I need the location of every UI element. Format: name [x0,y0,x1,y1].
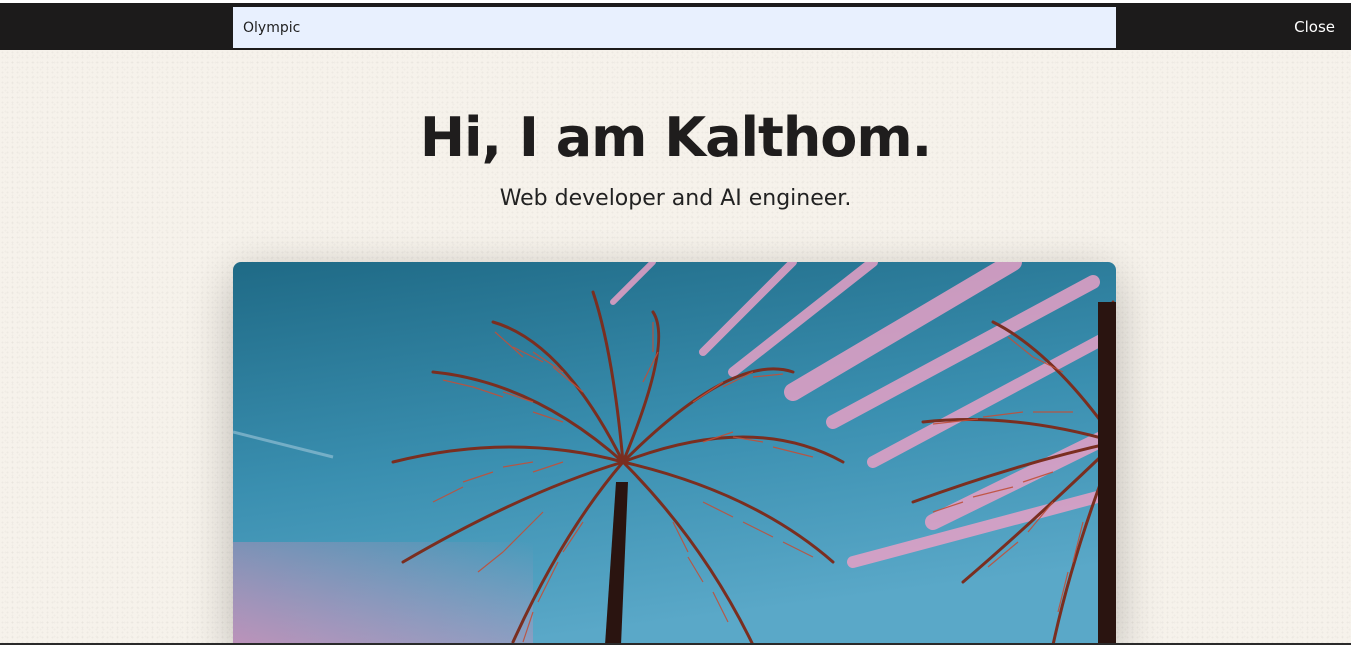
find-bar: Close [0,3,1351,50]
hero-section: Hi, I am Kalthom. Web developer and AI e… [0,50,1351,213]
find-input[interactable] [233,7,1116,48]
hero-image [233,262,1116,645]
page-title: Hi, I am Kalthom. [419,106,932,169]
close-button[interactable]: Close [1294,18,1335,36]
page-subtitle: Web developer and AI engineer. [499,186,852,211]
palm-tree-image [233,262,1116,645]
